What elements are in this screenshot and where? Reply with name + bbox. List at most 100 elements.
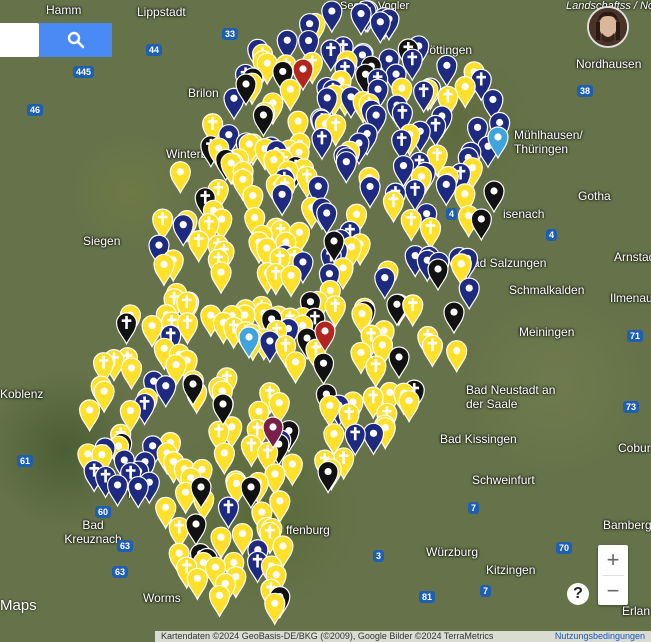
church-marker-icon[interactable]: [207, 248, 229, 282]
church-marker-icon[interactable]: [274, 334, 297, 368]
church-marker-icon[interactable]: [402, 294, 424, 328]
map-marker-icon[interactable]: [483, 180, 505, 214]
map-marker-icon[interactable]: [437, 165, 459, 199]
map-marker-icon[interactable]: [351, 302, 373, 336]
map-marker-icon[interactable]: [379, 381, 401, 415]
map-marker-icon[interactable]: [253, 302, 275, 336]
church-marker-icon[interactable]: [326, 239, 348, 273]
church-marker-icon[interactable]: [283, 246, 306, 280]
map-marker-icon[interactable]: [256, 516, 278, 550]
map-marker-icon[interactable]: [223, 551, 245, 585]
church-marker-icon[interactable]: [426, 144, 448, 178]
map-marker-icon[interactable]: [356, 123, 378, 156]
church-marker-icon[interactable]: [217, 496, 240, 530]
map-marker-icon[interactable]: [457, 146, 479, 180]
map-marker-icon[interactable]: [365, 104, 387, 138]
map-marker-icon[interactable]: [264, 463, 286, 497]
church-marker-icon[interactable]: [269, 220, 292, 253]
map-marker-icon[interactable]: [269, 586, 291, 619]
search-button[interactable]: [39, 23, 112, 57]
map-marker-icon[interactable]: [141, 315, 163, 348]
map-marker-icon[interactable]: [386, 293, 408, 327]
map-marker-icon[interactable]: [278, 420, 300, 454]
map-marker-icon[interactable]: [208, 376, 230, 410]
map-marker-icon[interactable]: [238, 326, 260, 360]
church-marker-icon[interactable]: [354, 300, 376, 334]
map-marker-icon[interactable]: [156, 442, 178, 476]
map-marker-icon[interactable]: [335, 151, 357, 185]
map-marker-icon[interactable]: [190, 476, 212, 510]
map-marker-icon[interactable]: [268, 392, 290, 425]
map-marker-icon[interactable]: [148, 234, 170, 268]
map-marker-icon[interactable]: [221, 416, 243, 450]
map-marker-icon[interactable]: [342, 391, 364, 425]
map-marker-icon[interactable]: [212, 393, 234, 427]
map-marker-icon[interactable]: [247, 471, 269, 505]
church-marker-icon[interactable]: [207, 178, 229, 212]
map-marker-icon[interactable]: [213, 442, 235, 476]
map-marker-icon[interactable]: [388, 346, 410, 380]
church-marker-icon[interactable]: [419, 217, 442, 251]
map-marker-icon[interactable]: [336, 50, 358, 84]
map-marker-icon[interactable]: [410, 165, 433, 199]
map-marker-icon[interactable]: [333, 144, 355, 178]
map-marker-icon[interactable]: [182, 373, 204, 407]
church-marker-icon[interactable]: [314, 449, 336, 483]
church-marker-icon[interactable]: [449, 162, 472, 196]
map-marker-icon[interactable]: [325, 235, 347, 269]
church-marker-icon[interactable]: [272, 148, 294, 182]
church-marker-icon[interactable]: [358, 93, 380, 127]
map-marker-icon[interactable]: [416, 249, 438, 283]
map-marker-icon[interactable]: [371, 334, 394, 368]
map-marker-icon[interactable]: [225, 472, 247, 506]
map-marker-icon[interactable]: [330, 69, 352, 103]
church-marker-icon[interactable]: [424, 114, 447, 148]
map-marker-icon[interactable]: [271, 183, 293, 217]
map-marker-icon[interactable]: [386, 94, 408, 128]
map-marker-icon[interactable]: [292, 58, 314, 92]
church-marker-icon[interactable]: [304, 307, 326, 341]
church-marker-icon[interactable]: [360, 324, 382, 358]
church-marker-icon[interactable]: [161, 311, 183, 345]
map-marker-icon[interactable]: [235, 299, 257, 333]
map-marker-icon[interactable]: [119, 400, 142, 433]
map-marker-icon[interactable]: [296, 327, 318, 361]
church-marker-icon[interactable]: [304, 12, 326, 46]
church-marker-icon[interactable]: [246, 418, 268, 452]
map-marker-icon[interactable]: [176, 349, 198, 383]
map-marker-icon[interactable]: [274, 244, 296, 278]
church-marker-icon[interactable]: [259, 382, 281, 416]
map-marker-icon[interactable]: [435, 173, 457, 207]
map-marker-icon[interactable]: [319, 279, 341, 313]
map-marker-icon[interactable]: [461, 157, 483, 191]
church-marker-icon[interactable]: [216, 367, 238, 401]
map-marker-icon[interactable]: [307, 290, 329, 324]
map-marker-icon[interactable]: [436, 54, 458, 88]
church-marker-icon[interactable]: [235, 321, 257, 355]
map-marker-icon[interactable]: [288, 141, 310, 175]
map-marker-icon[interactable]: [348, 132, 370, 166]
church-marker-icon[interactable]: [152, 208, 174, 242]
church-marker-icon[interactable]: [301, 51, 323, 85]
map-marker-icon[interactable]: [242, 328, 264, 362]
map-marker-icon[interactable]: [232, 168, 254, 202]
map-marker-icon[interactable]: [374, 267, 396, 300]
map-marker-icon[interactable]: [185, 513, 207, 547]
church-marker-icon[interactable]: [320, 39, 342, 73]
church-marker-icon[interactable]: [400, 208, 422, 242]
map-marker-icon[interactable]: [377, 260, 399, 294]
map-marker-icon[interactable]: [414, 161, 436, 195]
map-marker-icon[interactable]: [362, 422, 385, 456]
map-marker-icon[interactable]: [454, 183, 476, 217]
church-marker-icon[interactable]: [338, 403, 360, 437]
map-marker-icon[interactable]: [277, 160, 299, 194]
map-marker-icon[interactable]: [204, 556, 226, 590]
map-marker-icon[interactable]: [349, 233, 371, 267]
map-marker-icon[interactable]: [244, 206, 266, 240]
map-marker-icon[interactable]: [241, 323, 263, 357]
map-marker-icon[interactable]: [279, 78, 301, 112]
church-marker-icon[interactable]: [194, 187, 216, 221]
map-marker-icon[interactable]: [280, 264, 302, 298]
map-marker-icon[interactable]: [235, 73, 257, 107]
church-marker-icon[interactable]: [259, 521, 281, 555]
